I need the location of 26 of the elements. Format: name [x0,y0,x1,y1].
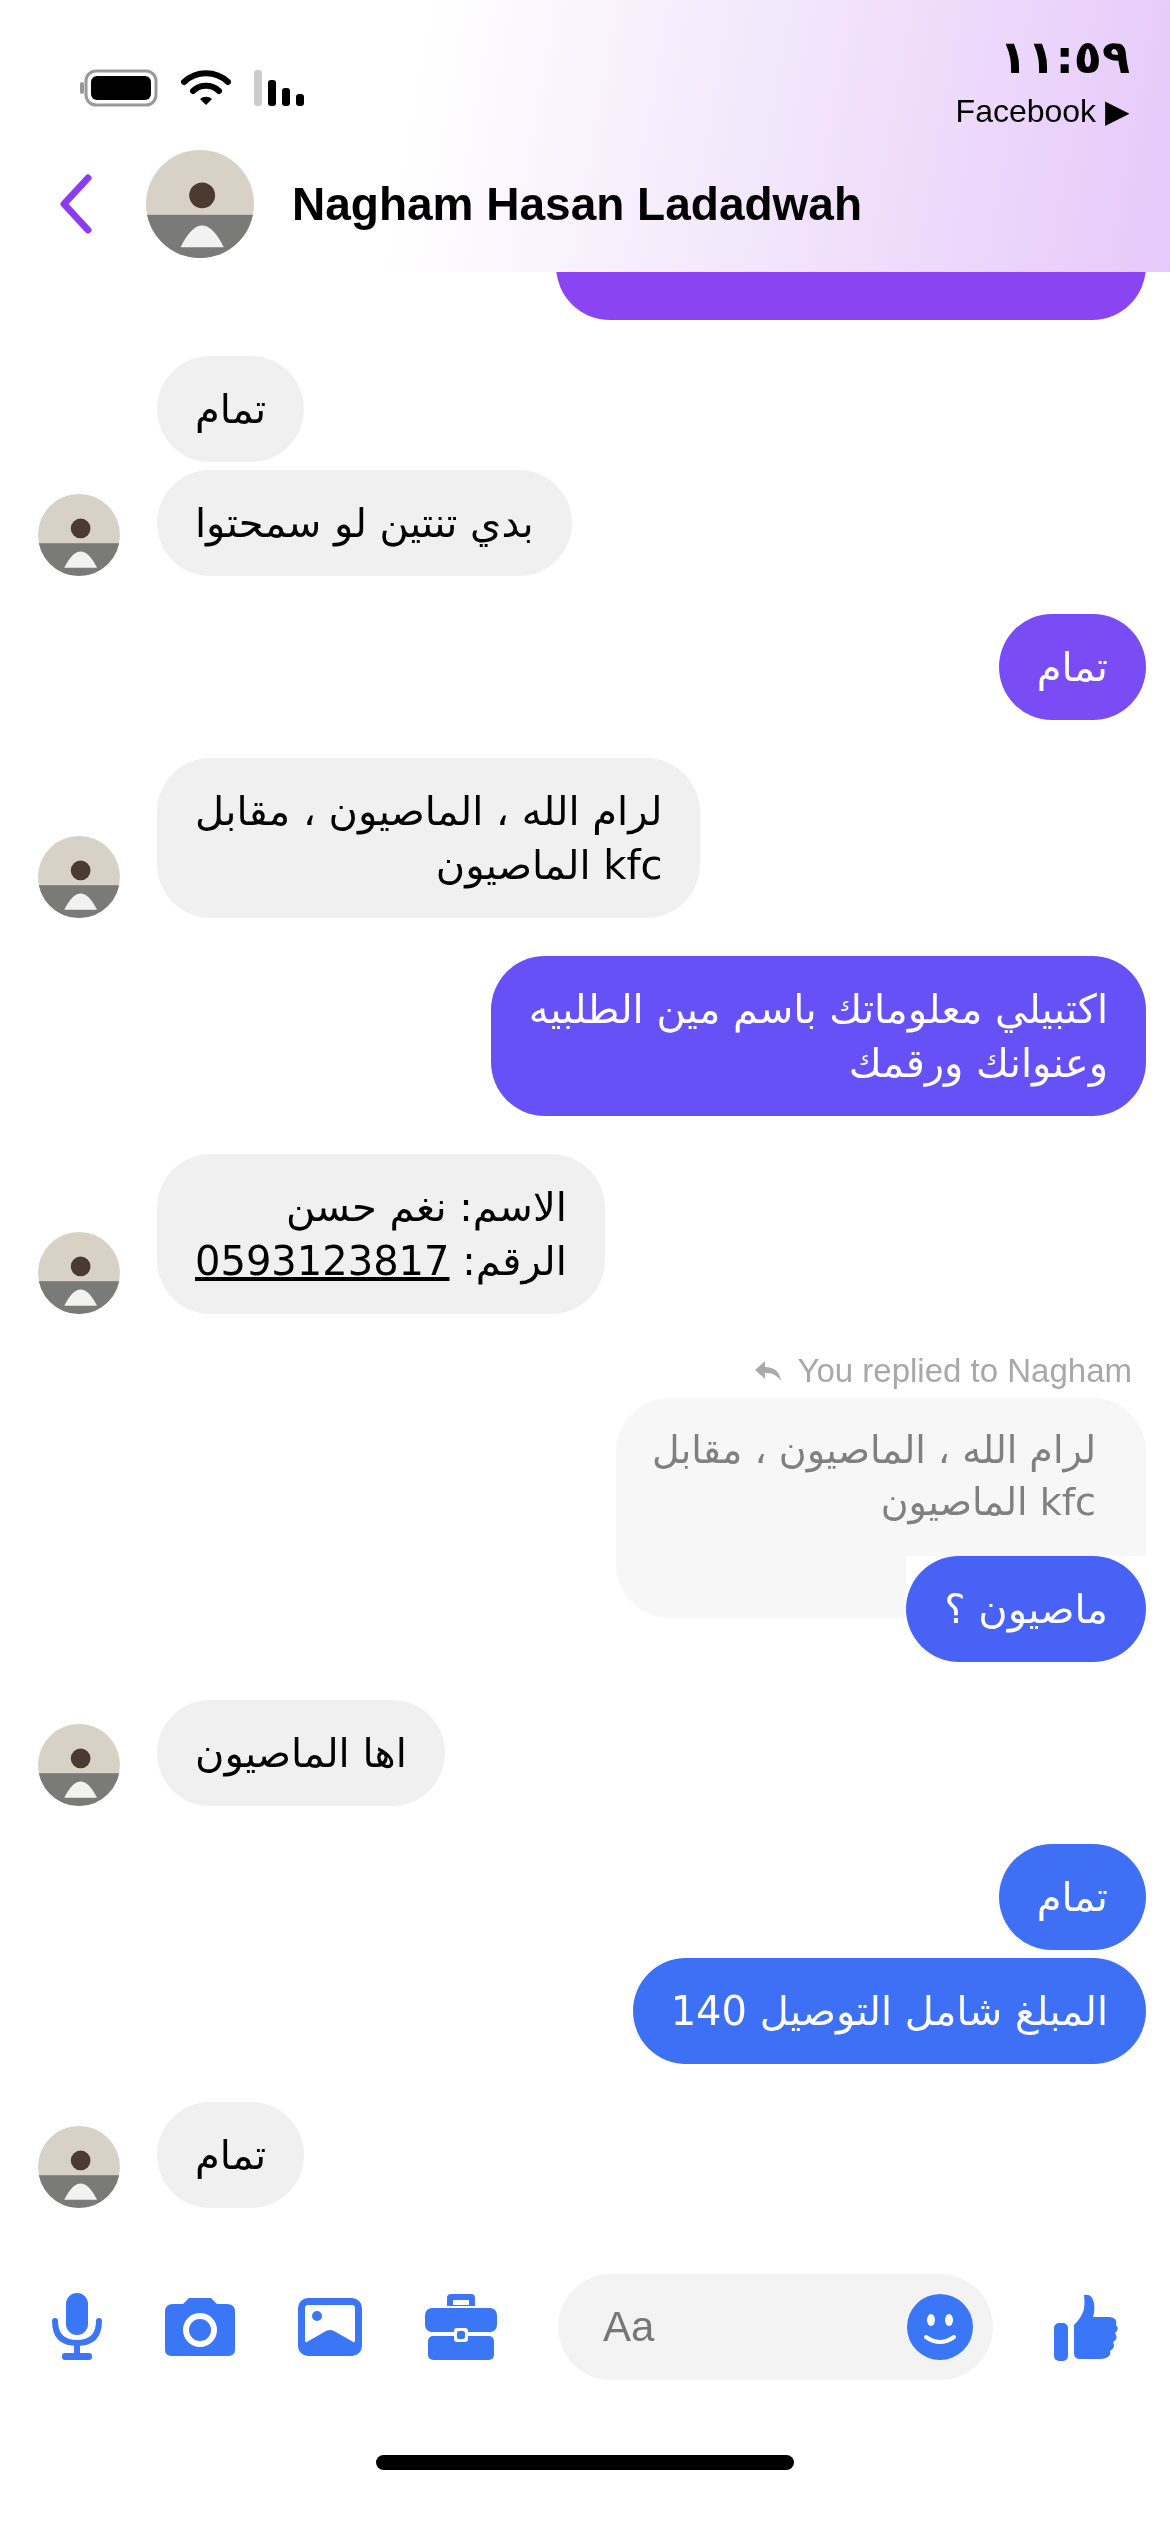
emoji-icon[interactable] [907,2294,973,2360]
message-field[interactable]: Aa [558,2274,993,2380]
message-text: المبلغ شامل التوصيل 140 [670,1987,1108,2037]
message-text: بدي تنتين لو سمحتوا [195,499,534,549]
message-text: تمام [195,385,267,435]
message-text: لرام الله ، الماصيون ، مقابل kfc الماصيون [195,787,663,891]
home-indicator[interactable] [376,2454,794,2470]
camera-icon[interactable] [163,2296,237,2358]
quoted-message[interactable]: لرام الله ، الماصيون ، مقابل kfc الماصيون [615,1398,1146,1556]
reply-icon [753,1359,784,1383]
message-text: تمام [1036,643,1108,693]
reply-label: You replied to Nagham [797,1352,1132,1390]
battery-icon [80,68,160,108]
status-time: ١١:٥٩ [999,30,1130,84]
back-to-app-link[interactable]: Facebook ▶ [955,92,1130,130]
phone-link[interactable]: 0593123817 [195,1238,450,1284]
message-text: تمام [195,2131,267,2181]
message-text: تمام [1036,1873,1108,1923]
message-text: ماصيون ؟ [944,1585,1108,1635]
microphone-icon[interactable] [50,2291,104,2363]
message-text: اها الماصيون [195,1729,407,1779]
image-icon[interactable] [296,2296,364,2358]
wifi-icon [180,68,232,108]
briefcase-icon[interactable] [423,2292,499,2362]
message-text: اكتبيلي معلوماتك باسم مين الطلبيه وعنوانك ورقمك [528,985,1108,1089]
contact-name[interactable]: Nagham Hasan Ladadwah [292,177,863,231]
